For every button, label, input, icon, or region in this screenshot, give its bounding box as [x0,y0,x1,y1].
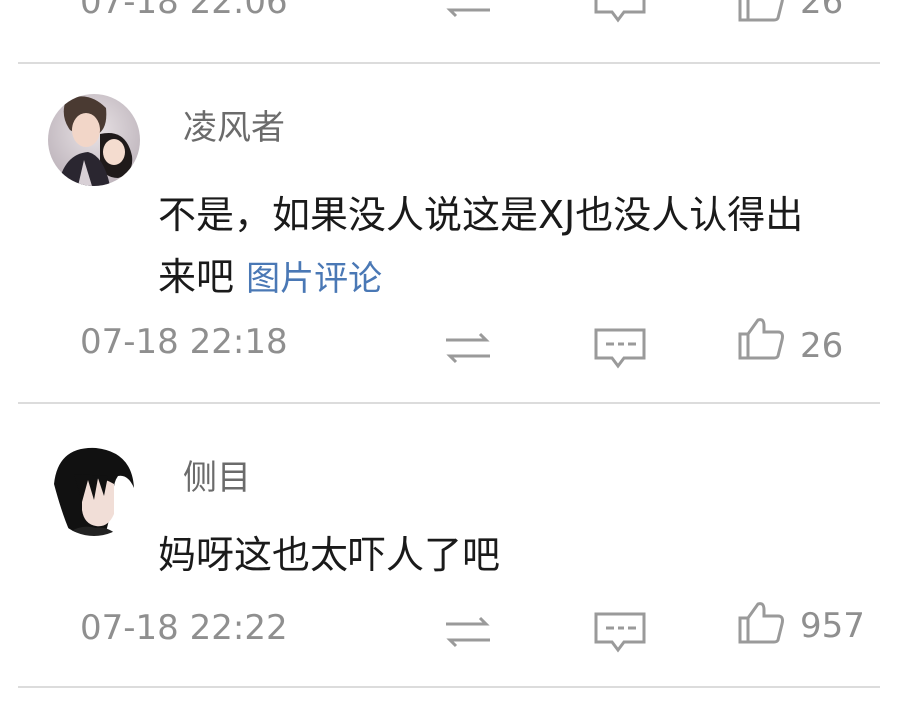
avatar[interactable] [48,444,140,536]
repost-icon[interactable] [440,326,496,370]
repost-icon[interactable] [440,610,496,654]
comment-item: 侧目 妈呀这也太吓人了吧 07-18 22:22 957 [0,404,900,686]
comment-icon[interactable] [592,610,648,654]
timestamp: 07-18 22:18 [80,322,288,362]
username[interactable]: 凌风者 [183,100,285,149]
comment-text: 妈呀这也太吓人了吧 [158,524,818,586]
comment-icon[interactable] [592,326,648,370]
thumbs-up-icon[interactable] [736,316,792,360]
divider [18,686,880,688]
username[interactable]: 侧目 [183,450,251,499]
image-comment-link[interactable]: 图片评论 [246,259,382,299]
thumbs-up-icon[interactable] [736,0,792,22]
repost-icon[interactable] [440,0,496,24]
comment-item: 凌风者 不是，如果没人说这是XJ也没人认得出来吧 图片评论 07-18 22:1… [0,64,900,402]
like-count: 26 [800,0,844,22]
like-count: 26 [800,326,844,366]
avatar[interactable] [48,94,140,186]
comment-icon[interactable] [592,0,648,24]
thumbs-up-icon[interactable] [736,600,792,644]
comment-item-partial: 07-18 22:06 26 [0,0,900,60]
like-count: 957 [800,606,865,646]
timestamp: 07-18 22:06 [80,0,288,22]
timestamp: 07-18 22:22 [80,608,288,648]
comment-text: 不是，如果没人说这是XJ也没人认得出来吧 图片评论 [158,184,818,310]
comment-body: 妈呀这也太吓人了吧 [158,533,501,577]
